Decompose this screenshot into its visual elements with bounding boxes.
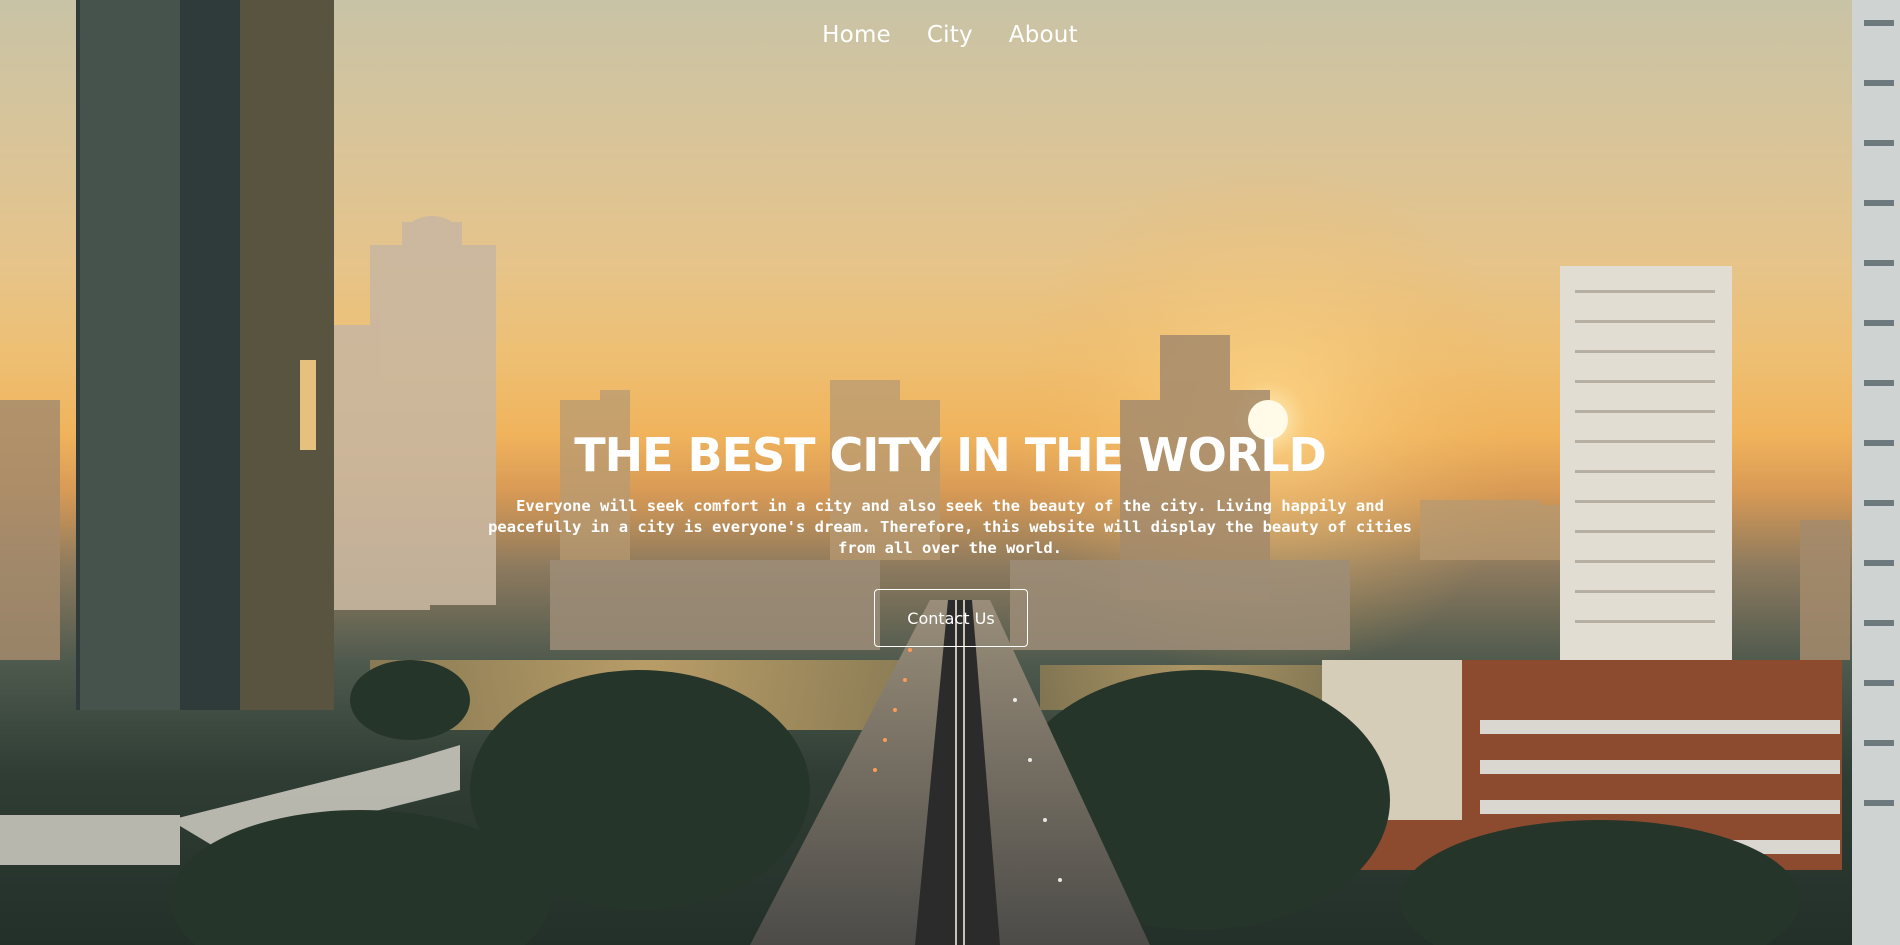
main-navigation: Home City About xyxy=(0,22,1900,48)
hero-description-line: Everyone will seek comfort in a city and… xyxy=(516,497,1384,515)
nav-link-city[interactable]: City xyxy=(927,22,973,48)
nav-link-home[interactable]: Home xyxy=(822,22,891,48)
nav-link-about[interactable]: About xyxy=(1009,22,1078,48)
contact-us-button[interactable]: Contact Us xyxy=(874,589,1028,647)
hero-description-line: from all over the world. xyxy=(838,539,1062,557)
hero-section: Home City About THE BEST CITY IN THE WOR… xyxy=(0,0,1900,945)
hero-description-line: peacefully in a city is everyone's dream… xyxy=(488,518,1412,536)
hero-title: THE BEST CITY IN THE WORLD xyxy=(574,428,1327,482)
hero-description: Everyone will seek comfort in a city and… xyxy=(470,496,1430,559)
